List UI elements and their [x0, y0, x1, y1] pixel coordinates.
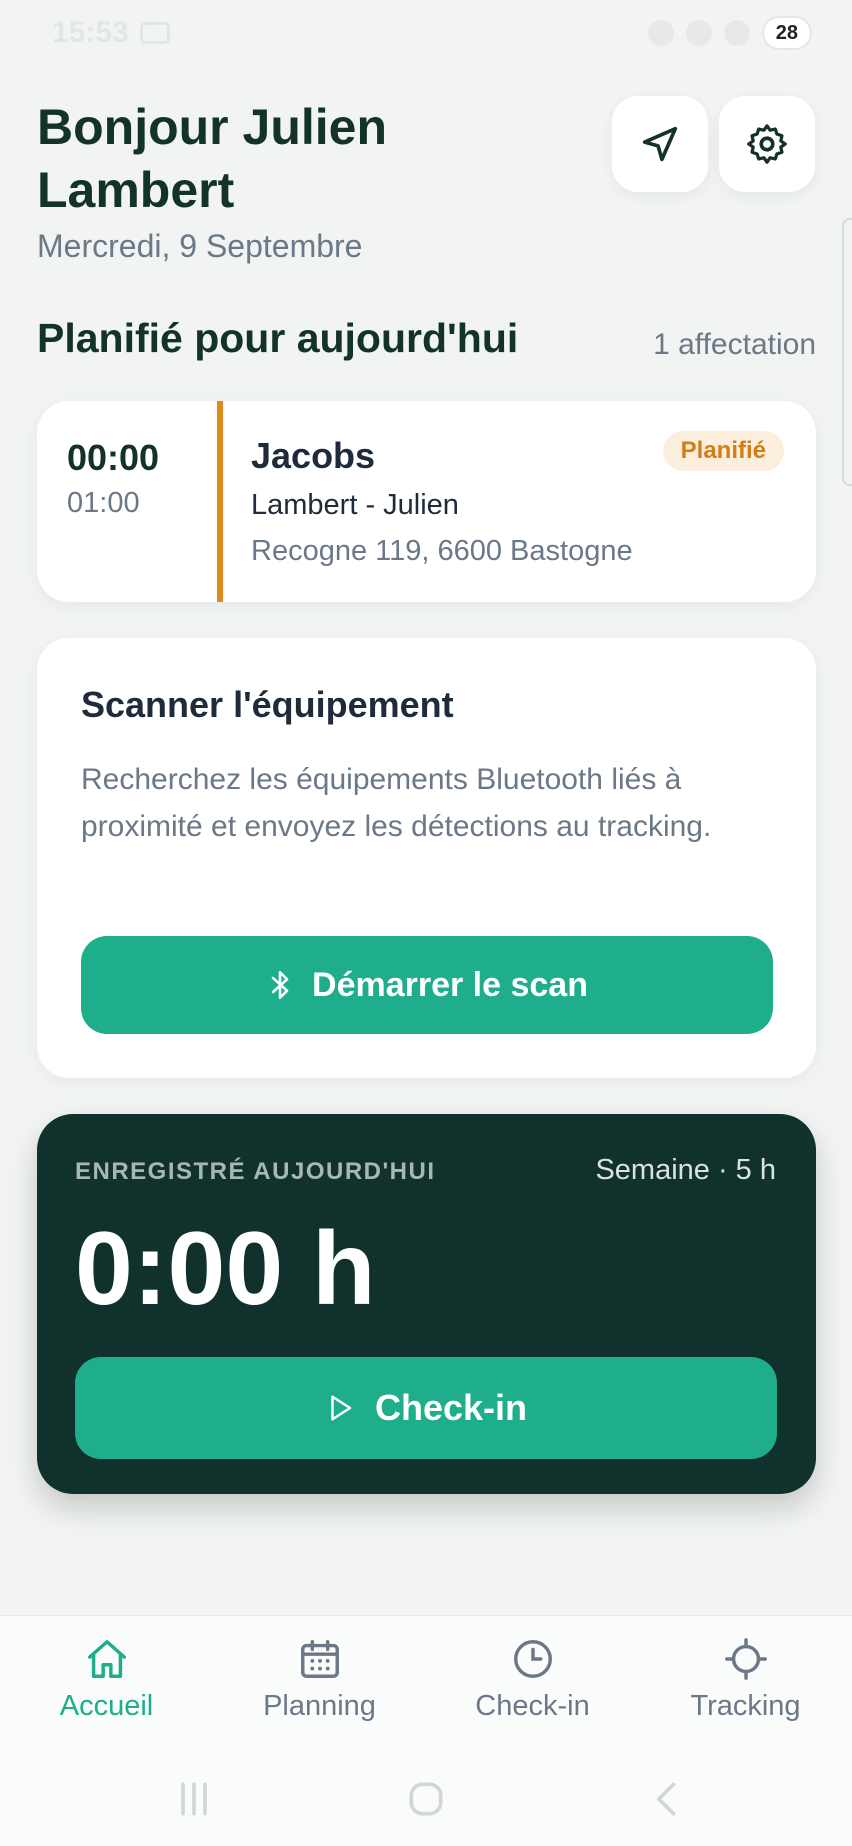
assignment-count: 1 affectation [653, 328, 816, 361]
nav-item-accueil[interactable]: Accueil [0, 1636, 213, 1723]
nav-label-tracking: Tracking [690, 1690, 801, 1722]
settings-button[interactable] [719, 96, 815, 192]
scan-description: Recherchez les équipements Bluetooth lié… [81, 763, 712, 843]
assignment-person: Lambert - Julien [251, 489, 459, 521]
system-navigation-bar [0, 1753, 852, 1846]
assignment-client: Jacobs [251, 435, 376, 476]
calendar-icon [300, 1640, 339, 1678]
battery-indicator: 28 [761, 16, 812, 50]
status-badge: Planifié [662, 431, 784, 471]
week-total: Semaine · 5 h [595, 1154, 776, 1186]
assignment-status-bar [217, 401, 223, 602]
wifi-icon [685, 20, 712, 46]
mute-icon [647, 20, 674, 46]
nav-label-check-in: Check-in [475, 1690, 590, 1722]
navigation-button[interactable] [612, 96, 708, 192]
greeting: Bonjour Julien Lambert [37, 99, 387, 218]
status-time: 15:53 [52, 16, 129, 49]
recorded-today-label: ENREGISTRÉ AUJOURD'HUI [75, 1158, 436, 1185]
navigation-arrow-icon [642, 126, 678, 162]
scan-title: Scanner l'équipement [81, 684, 454, 725]
battery-level: 28 [775, 21, 798, 44]
scan-equipment-card: Scanner l'équipement Recherchez les équi… [37, 638, 816, 1078]
nav-label-accueil: Accueil [59, 1690, 154, 1722]
recent-apps-icon[interactable] [172, 1777, 216, 1821]
start-scan-label: Démarrer le scan [312, 965, 588, 1004]
time-summary-card: ENREGISTRÉ AUJOURD'HUI Semaine · 5 h 0:0… [37, 1114, 816, 1494]
assignment-address: Recogne 119, 6600 Bastogne [251, 535, 633, 567]
home-icon [87, 1640, 126, 1678]
camera-icon [140, 22, 170, 44]
scroll-indicator[interactable] [842, 218, 852, 486]
bottom-navigation: Accueil Planning Check-in Tracking [0, 1615, 852, 1753]
nav-item-tracking[interactable]: Tracking [639, 1636, 852, 1723]
assignment-start-time: 00:00 [67, 437, 160, 478]
nav-item-check-in[interactable]: Check-in [426, 1636, 639, 1723]
status-icons: 28 [647, 16, 812, 50]
signal-icon [723, 20, 750, 46]
section-title: Planifié pour aujourd'hui [37, 315, 519, 361]
crosshair-icon [724, 1638, 767, 1680]
bluetooth-icon [271, 970, 289, 1000]
start-scan-button[interactable]: Démarrer le scan [81, 936, 773, 1034]
nav-item-planning[interactable]: Planning [213, 1636, 426, 1723]
play-icon [331, 1395, 352, 1421]
hours-today: 0:00 h [75, 1211, 376, 1327]
clock-icon [513, 1640, 552, 1678]
assignment-end-time: 01:00 [67, 487, 140, 519]
check-in-label: Check-in [374, 1387, 528, 1428]
nav-label-planning: Planning [263, 1690, 376, 1722]
check-in-button[interactable]: Check-in [75, 1357, 777, 1459]
current-date: Mercredi, 9 Septembre [37, 228, 363, 264]
gear-icon [747, 124, 787, 164]
home-system-icon[interactable] [404, 1777, 448, 1821]
back-icon[interactable] [646, 1777, 690, 1821]
assignment-card[interactable]: 00:00 01:00 Jacobs Lambert - Julien Reco… [37, 401, 816, 602]
status-bar: 15:53 28 [0, 0, 852, 64]
